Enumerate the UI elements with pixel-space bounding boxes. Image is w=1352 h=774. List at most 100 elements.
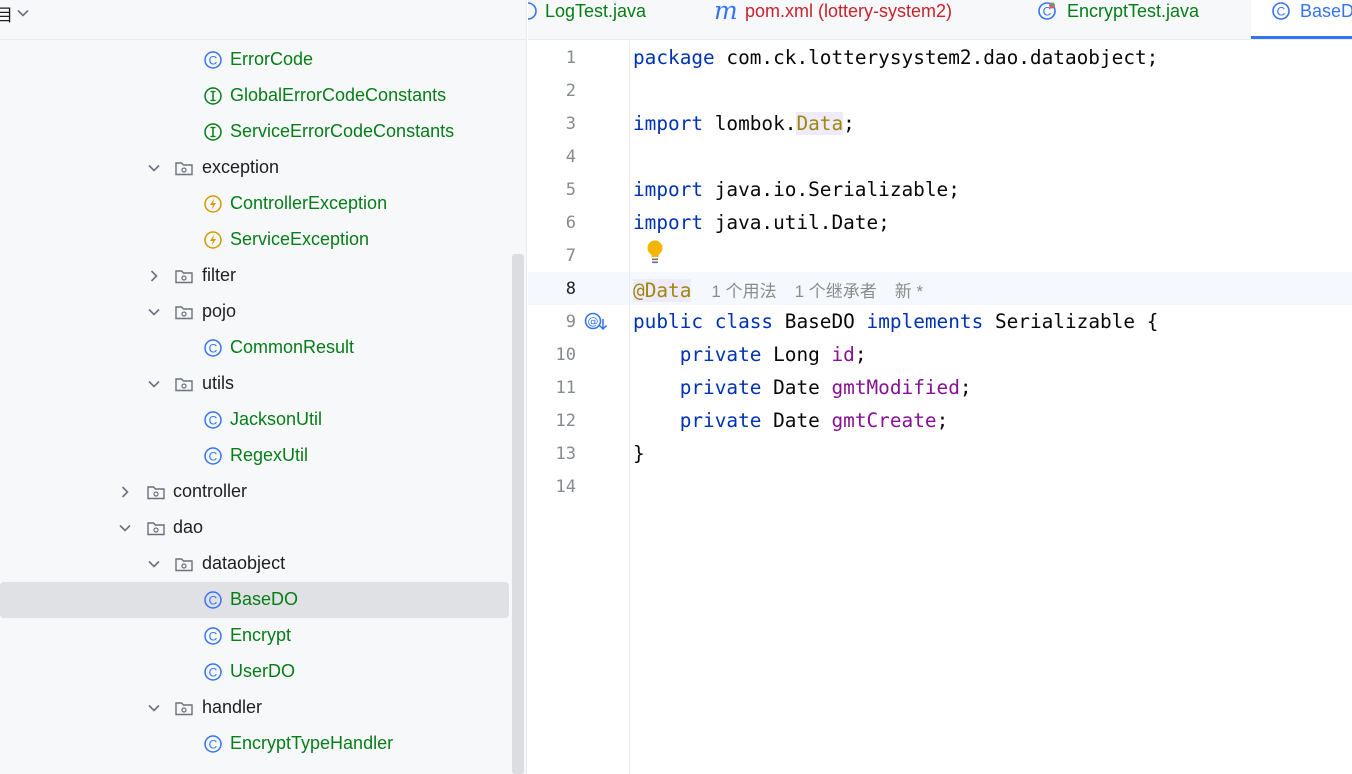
tree-item-label: RegexUtil xyxy=(230,445,309,465)
tree-item-label: EncryptTypeHandler xyxy=(230,733,394,753)
tree-item-basedo[interactable]: C BaseDO xyxy=(0,582,509,618)
tree-item-label: pojo xyxy=(202,301,237,321)
folder-icon xyxy=(175,378,193,392)
chevron-right-icon[interactable] xyxy=(147,269,161,283)
tree-item-label: ServiceErrorCodeConstants xyxy=(230,121,455,141)
keyword: private xyxy=(679,409,762,432)
line-number[interactable]: 12 xyxy=(528,411,576,431)
tree-item-errorcode[interactable]: C ErrorCode xyxy=(0,42,509,78)
keyword: public xyxy=(633,310,704,333)
field-name: id xyxy=(831,343,855,366)
tab-logtest[interactable]: LogTest.java xyxy=(528,0,696,39)
tree-item-pojo[interactable]: pojo xyxy=(0,294,509,330)
tree-item-userdo[interactable]: C UserDO xyxy=(0,654,509,690)
lightbulb-icon[interactable] xyxy=(645,239,665,265)
tree-item-commonresult[interactable]: C CommonResult xyxy=(0,330,509,366)
tree-item-handler[interactable]: handler xyxy=(0,690,509,726)
code-line-8[interactable]: @Data 1 个用法 1 个继承者新 * xyxy=(633,277,923,302)
line-number[interactable]: 5 xyxy=(528,180,576,200)
test-class-icon: C xyxy=(1038,2,1056,20)
tree-item-encrypttypehandler[interactable]: C EncryptTypeHandler xyxy=(0,726,509,762)
line-number[interactable]: 14 xyxy=(528,477,576,497)
code-line-12[interactable]: private Date gmtCreate; xyxy=(633,409,949,432)
chevron-down-icon[interactable] xyxy=(147,557,161,571)
chevron-down-icon[interactable] xyxy=(16,6,30,20)
line-number[interactable]: 3 xyxy=(528,114,576,134)
code-text: java.io.Serializable; xyxy=(703,178,960,201)
tree-item-serviceexception[interactable]: ServiceException xyxy=(0,222,509,258)
tree-item-exception[interactable]: exception xyxy=(0,150,509,186)
project-tool-window: 目 C ErrorCode GlobalErrorCodeConstants Serv… xyxy=(0,0,527,774)
annotation-name: Data xyxy=(644,279,692,302)
tree-item-controllerexception[interactable]: ControllerException xyxy=(0,186,509,222)
usages-hint[interactable]: 1 个用法 xyxy=(711,282,776,301)
line-number[interactable]: 6 xyxy=(528,213,576,233)
line-number[interactable]: 13 xyxy=(528,444,576,464)
chevron-right-icon[interactable] xyxy=(118,485,132,499)
code-line-11[interactable]: private Date gmtModified; xyxy=(633,376,972,399)
line-number[interactable]: 4 xyxy=(528,147,576,167)
code-editor[interactable]: 1 2 3 4 5 6 7 8 9 10 11 12 13 14 @ package com.ck.lot… xyxy=(528,41,1352,774)
keyword: private xyxy=(679,343,762,366)
svg-text:C: C xyxy=(209,738,218,752)
tree-item-utils[interactable]: utils xyxy=(0,366,509,402)
code-line-10[interactable]: private Long id; xyxy=(633,343,867,366)
editor-tab-bar: LogTest.java m pom.xml (lottery-system2)… xyxy=(528,0,1352,40)
code-line-13[interactable]: } xyxy=(633,442,645,465)
tree-item-jacksonutil[interactable]: C JacksonUtil xyxy=(0,402,509,438)
tree-item-label: ServiceException xyxy=(230,229,370,249)
line-number[interactable]: 1 xyxy=(528,48,576,68)
class-icon: C xyxy=(204,735,222,753)
code-line-5[interactable]: import java.io.Serializable; xyxy=(633,178,960,201)
tree-item-dataobject[interactable]: dataobject xyxy=(0,546,509,582)
code-line-6[interactable]: import java.util.Date; xyxy=(633,211,890,234)
line-number[interactable]: 7 xyxy=(528,246,576,266)
folder-icon xyxy=(175,558,193,572)
tree-item-encrypt[interactable]: C Encrypt xyxy=(0,618,509,654)
chevron-down-icon[interactable] xyxy=(147,305,161,319)
tree-item-controller[interactable]: controller xyxy=(0,474,509,510)
line-number[interactable]: 8 xyxy=(528,279,576,299)
chevron-down-icon[interactable] xyxy=(118,521,132,535)
chevron-down-icon[interactable] xyxy=(147,161,161,175)
exception-icon xyxy=(204,231,222,249)
code-line-1[interactable]: package com.ck.lotterysystem2.dao.dataob… xyxy=(633,46,1158,69)
tree-item-dao[interactable]: dao xyxy=(0,510,509,546)
annotation-at: @ xyxy=(633,279,645,302)
tree-scrollbar[interactable] xyxy=(512,254,524,774)
tab-basedo[interactable]: C BaseD xyxy=(1251,0,1352,39)
code-line-9[interactable]: public class BaseDO implements Serializa… xyxy=(633,310,1158,333)
chevron-down-icon[interactable] xyxy=(147,377,161,391)
type-name: Date xyxy=(761,376,832,399)
implemented-gutter-icon[interactable]: @ xyxy=(584,311,610,333)
svg-text:C: C xyxy=(1277,5,1286,19)
keyword: implements xyxy=(866,310,984,333)
tree-item-item[interactable] xyxy=(0,762,509,774)
tree-item-label: JacksonUtil xyxy=(230,409,323,429)
tree-item-serviceerrorcodeconstants[interactable]: ServiceErrorCodeConstants xyxy=(0,114,509,150)
code-text: ; xyxy=(843,112,855,135)
svg-text:C: C xyxy=(209,342,218,356)
tree-item-filter[interactable]: filter xyxy=(0,258,509,294)
line-number[interactable]: 2 xyxy=(528,81,576,101)
line-number[interactable]: 11 xyxy=(528,378,576,398)
chevron-down-icon[interactable] xyxy=(147,701,161,715)
code-text: com.ck.lotterysystem2.dao.dataobject; xyxy=(714,46,1159,69)
line-number[interactable]: 9 xyxy=(528,312,576,332)
code-line-3[interactable]: import lombok.Data; xyxy=(633,112,855,135)
class-icon: C xyxy=(204,51,222,69)
svg-text:C: C xyxy=(209,594,218,608)
tab-encrypttest[interactable]: C EncryptTest.java xyxy=(1018,0,1250,39)
svg-text:C: C xyxy=(209,450,218,464)
tree-item-regexutil[interactable]: C RegexUtil xyxy=(0,438,509,474)
class-name: BaseDO xyxy=(773,310,867,333)
class-icon: C xyxy=(204,447,222,465)
line-number[interactable]: 10 xyxy=(528,345,576,365)
type-name: Long xyxy=(761,343,832,366)
tree-item-globalerrorcodeconstants[interactable]: GlobalErrorCodeConstants xyxy=(0,78,509,114)
tree-item-label: dataobject xyxy=(202,553,286,573)
tab-pom-xml[interactable]: m pom.xml (lottery-system2) xyxy=(698,0,1016,39)
project-panel-title[interactable]: 目 xyxy=(0,1,13,26)
new-author-hint[interactable]: 新 * xyxy=(895,282,923,301)
inheritors-hint[interactable]: 1 个继承者 xyxy=(795,282,877,301)
